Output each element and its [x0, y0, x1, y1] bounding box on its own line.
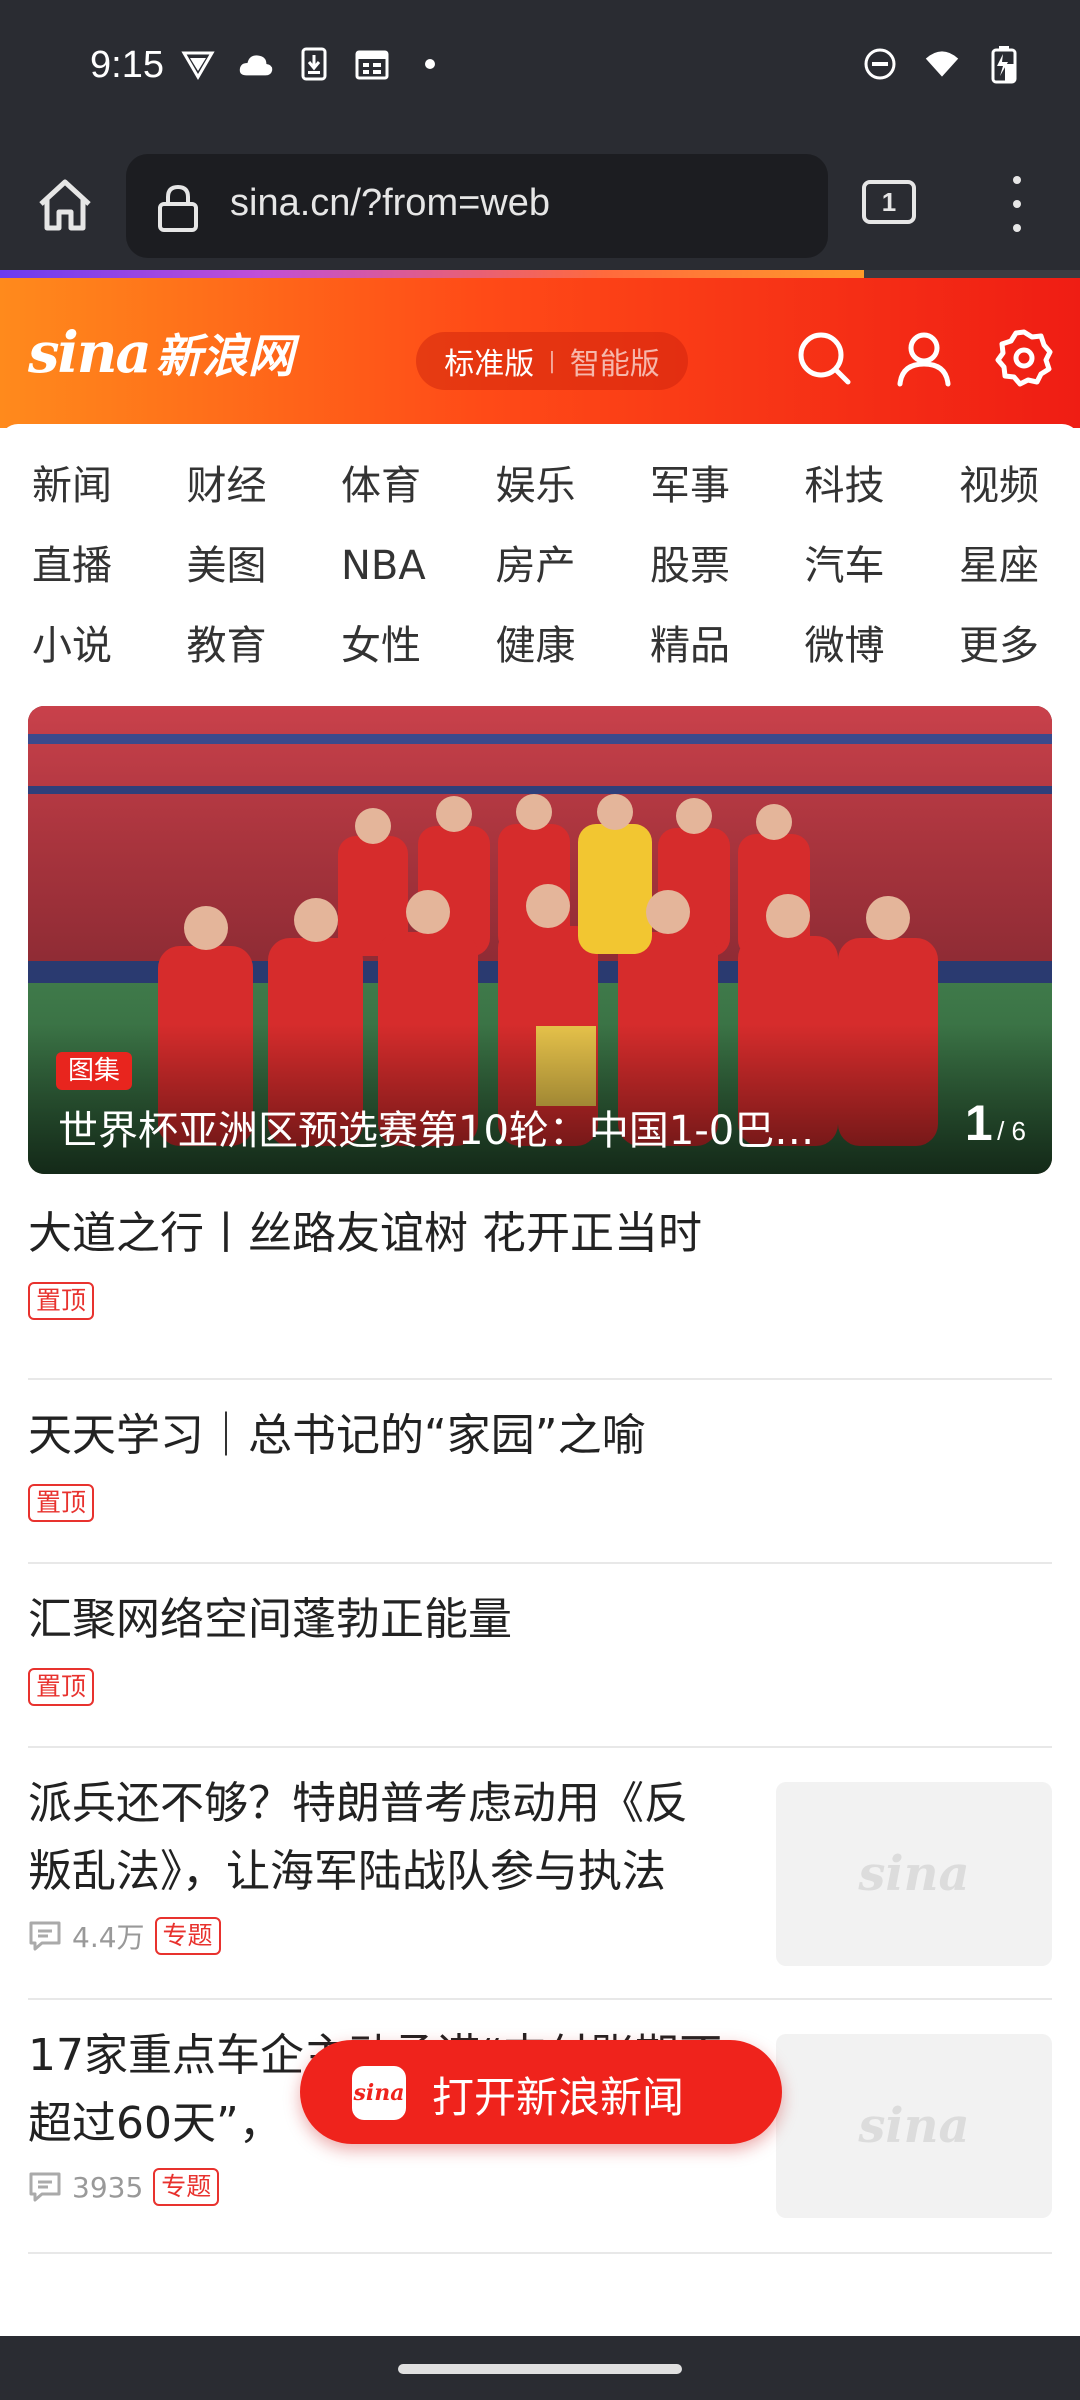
channel-nav-item[interactable]: 微博 [805, 614, 960, 678]
gesture-nav-bar [0, 2336, 1080, 2400]
channel-nav-item[interactable]: 股票 [650, 534, 805, 598]
news-item[interactable]: 大道之行丨丝路友谊树 花开正当时 置顶 [28, 1196, 1052, 1380]
channel-nav-item[interactable]: 美图 [187, 534, 342, 598]
gear-icon [995, 329, 1053, 387]
channel-nav-item[interactable]: 房产 [496, 534, 651, 598]
sina-app-icon: sina [352, 2066, 406, 2120]
channel-nav-item[interactable]: NBA [341, 534, 496, 598]
news-title: 汇聚网络空间蓬勃正能量 [28, 1594, 512, 1645]
channel-nav-item[interactable]: 教育 [187, 614, 342, 678]
news-item[interactable]: 汇聚网络空间蓬勃正能量 置顶 [28, 1564, 1052, 1748]
news-thumbnail: sina [776, 1782, 1052, 1966]
channel-nav-item[interactable]: 汽车 [805, 534, 960, 598]
pager-current: 1 [964, 1095, 993, 1151]
cloud-icon [238, 46, 274, 82]
search-icon [798, 332, 851, 385]
channel-nav-item[interactable]: 新闻 [32, 454, 187, 518]
open-app-label: 打开新浪新闻 [432, 2073, 685, 2122]
channel-nav-item[interactable]: 直播 [32, 534, 187, 598]
comment-icon [29, 2172, 61, 2202]
gallery-badge: 图集 [56, 1052, 133, 1090]
home-button[interactable] [30, 170, 100, 240]
lock-icon [158, 184, 198, 232]
topic-tag: 专题 [153, 2168, 220, 2206]
topic-tag: 专题 [154, 1917, 221, 1955]
user-button[interactable] [894, 328, 954, 388]
version-separator: | [548, 348, 556, 374]
pager-total: / 6 [997, 1116, 1026, 1146]
channel-nav-item[interactable]: 女性 [341, 614, 496, 678]
comment-count: 3935 [72, 2170, 144, 2204]
channel-nav-item[interactable]: 财经 [187, 454, 342, 518]
do-not-disturb-icon [862, 46, 898, 82]
wifi-icon [924, 46, 960, 82]
dot-icon [1013, 176, 1021, 184]
channel-nav-item[interactable]: 科技 [805, 454, 960, 518]
vpn-icon [180, 46, 216, 82]
logo-word: sina [28, 320, 152, 386]
logo-cn: 新浪网 [155, 329, 294, 383]
status-icons-left [180, 46, 448, 82]
settings-button[interactable] [994, 328, 1054, 388]
site-header: sina 新浪网 标准版 | 智能版 [0, 278, 1080, 428]
user-icon [897, 332, 951, 387]
dot-icon [1013, 224, 1021, 232]
progress-fill [0, 270, 864, 278]
news-title: 大道之行丨丝路友谊树 花开正当时 [28, 1208, 702, 1259]
status-bar: 9:15 [0, 0, 1080, 140]
news-thumbnail: sina [776, 2034, 1052, 2218]
channel-nav-item[interactable]: 小说 [32, 614, 187, 678]
status-icons-right [862, 46, 1022, 84]
channel-nav-item[interactable]: 娱乐 [496, 454, 651, 518]
channel-nav-item[interactable]: 健康 [496, 614, 651, 678]
status-time: 9:15 [90, 44, 164, 86]
version-smart[interactable]: 智能版 [570, 339, 660, 383]
comment-count: 4.4万 [72, 1921, 145, 1954]
pinned-tag: 置顶 [28, 1484, 95, 1522]
overflow-menu-button[interactable] [1000, 176, 1034, 232]
pinned-tag: 置顶 [28, 1282, 95, 1320]
home-gesture-handle[interactable] [398, 2364, 682, 2374]
dot-icon [1013, 200, 1021, 208]
sina-logo[interactable]: sina 新浪网 [28, 318, 294, 388]
comment-icon [29, 1921, 61, 1951]
download-icon [296, 46, 332, 82]
version-standard[interactable]: 标准版 [444, 339, 534, 383]
hero-title[interactable]: 世界杯亚洲区预选赛第10轮：中国1-0巴… [58, 1098, 888, 1156]
news-title: 派兵还不够？特朗普考虑动用《反叛乱法》，让海军陆战队参与执法 [28, 1778, 688, 1897]
news-item[interactable]: 天天学习｜总书记的“家园”之喻 置顶 [28, 1380, 1052, 1564]
channel-nav-item[interactable]: 军事 [650, 454, 805, 518]
channel-nav-item[interactable]: 星座 [959, 534, 1080, 598]
hero-pager: 1 / 6 [965, 1094, 1026, 1152]
search-button[interactable] [794, 328, 854, 388]
page-load-progress [0, 270, 1080, 278]
battery-charging-icon [986, 46, 1022, 84]
channel-nav: 新闻 财经 体育 娱乐 军事 科技 视频 直播 美图 NBA 房产 股票 汽车 星座 小说 教育 女性 健康 精品微… [32, 454, 1062, 678]
home-icon [39, 179, 91, 231]
pinned-tag: 置顶 [28, 1668, 95, 1706]
hero-carousel[interactable]: 图集 世界杯亚洲区预选赛第10轮：中国1-0巴… 1 / 6 [28, 706, 1052, 1174]
channel-nav-item[interactable]: 精品 [650, 614, 805, 678]
address-bar[interactable]: sina.cn/?from=web [126, 154, 828, 258]
url-text: sina.cn/?from=web [230, 182, 550, 224]
version-switch[interactable]: 标准版 | 智能版 [416, 332, 688, 390]
news-item[interactable]: 派兵还不够？特朗普考虑动用《反叛乱法》，让海军陆战队参与执法 4.4万 专题 s… [28, 1748, 1052, 2000]
channel-nav-item[interactable]: 视频 [959, 454, 1080, 518]
channel-nav-item[interactable]: 体育 [341, 454, 496, 518]
dot-icon [412, 46, 448, 82]
tab-switcher-button[interactable]: 1 [862, 180, 916, 224]
open-app-button[interactable]: sina 打开新浪新闻 [300, 2040, 782, 2144]
calendar-icon [354, 46, 390, 82]
browser-toolbar: sina.cn/?from=web 1 [0, 140, 1080, 270]
channel-nav-item[interactable]: 更多 [959, 614, 1080, 678]
news-title: 天天学习｜总书记的“家园”之喻 [28, 1410, 646, 1461]
